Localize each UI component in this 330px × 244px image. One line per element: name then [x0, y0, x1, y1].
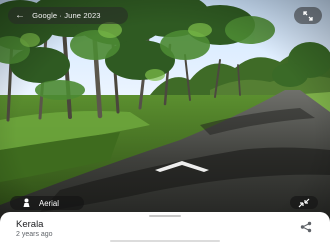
home-indicator — [110, 240, 220, 242]
aerial-button[interactable]: Aerial — [10, 196, 84, 210]
expand-arrows-icon — [303, 10, 313, 21]
share-button[interactable] — [296, 219, 316, 235]
arrow-left-icon[interactable]: ← — [15, 10, 25, 21]
person-pin-icon — [23, 198, 30, 207]
compress-arrows-icon — [298, 198, 310, 207]
sheet-drag-handle[interactable] — [149, 215, 181, 217]
expand-button[interactable] — [294, 7, 322, 24]
attribution-pill[interactable]: ← Google · June 2023 — [8, 7, 128, 24]
aerial-label: Aerial — [39, 198, 59, 208]
imagery-attribution: Google · June 2023 — [32, 11, 101, 20]
compress-button[interactable] — [290, 196, 318, 209]
capture-age: 2 years ago — [16, 231, 53, 238]
share-icon — [300, 221, 312, 233]
place-name: Kerala — [16, 219, 44, 230]
navigation-chevron-icon[interactable] — [152, 158, 212, 174]
